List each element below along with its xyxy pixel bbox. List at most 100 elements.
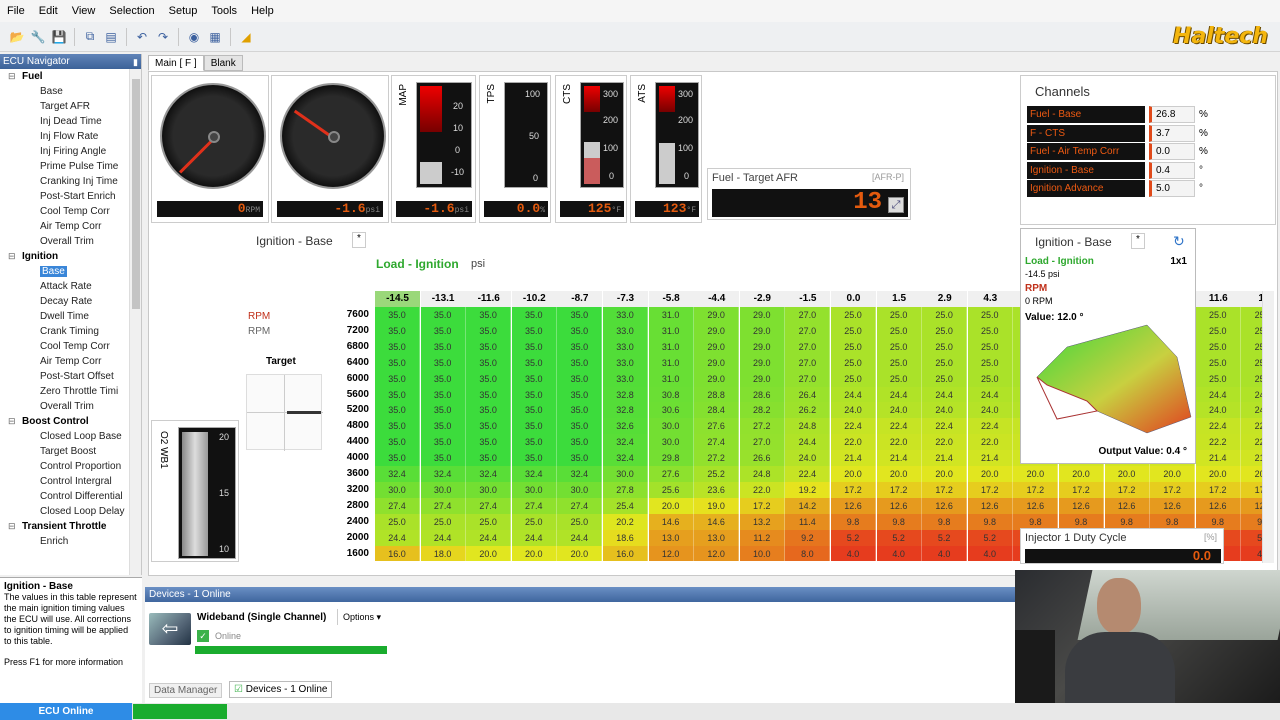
table-cell[interactable]: 25.0 (922, 307, 968, 323)
table-cell[interactable]: 35.0 (420, 450, 466, 467)
table-cell[interactable]: 35.0 (420, 386, 466, 403)
nav-item[interactable]: Prime Pulse Time (0, 159, 141, 174)
table-cell[interactable]: 30.8 (648, 386, 694, 403)
x-axis-header[interactable]: -11.6 (466, 291, 512, 307)
nav-item[interactable]: Overall Trim (0, 234, 141, 249)
table-cell[interactable]: 35.0 (420, 307, 466, 323)
table-cell[interactable]: 17.2 (1104, 481, 1150, 498)
nav-group-ignition[interactable]: Ignition (0, 249, 141, 264)
table-cell[interactable]: 11.4 (785, 513, 831, 530)
nav-item[interactable]: Decay Rate (0, 294, 141, 309)
table-cell[interactable]: 24.4 (922, 386, 968, 403)
table-cell[interactable]: 28.8 (694, 386, 740, 403)
channel-row[interactable]: Ignition - Base 0.4 ° (1027, 161, 1213, 179)
table-cell[interactable]: 27.0 (785, 338, 831, 355)
table-cell[interactable]: 20.0 (1013, 466, 1059, 482)
table-cell[interactable]: 35.0 (557, 402, 603, 419)
table-cell[interactable]: 35.0 (466, 370, 512, 387)
table-cell[interactable]: 28.6 (739, 386, 785, 403)
table-cell[interactable]: 12.0 (694, 545, 740, 562)
table-cell[interactable]: 22.0 (967, 434, 1013, 451)
injector-duty-gauge[interactable]: Injector 1 Duty Cycle [%] 0.0 (1020, 528, 1224, 564)
table-cell[interactable]: 35.0 (375, 386, 420, 403)
table-cell[interactable]: 29.0 (739, 338, 785, 355)
y-axis-header[interactable]: 3200 (325, 481, 373, 498)
table-cell[interactable]: 11.2 (739, 529, 785, 546)
table-cell[interactable]: 24.0 (967, 402, 1013, 419)
y-axis-header[interactable]: 5600 (325, 386, 373, 403)
table-cell[interactable]: 24.4 (967, 386, 1013, 403)
table-cell[interactable]: 32.4 (511, 466, 557, 482)
table-cell[interactable]: 25.6 (648, 481, 694, 498)
channel-row[interactable]: Fuel - Air Temp Corr 0.0% (1027, 143, 1213, 160)
table-cell[interactable]: 4.0 (1241, 545, 1262, 562)
program-icon[interactable]: ▦ (206, 28, 224, 46)
nav-item[interactable]: Enrich (0, 534, 141, 549)
table-cell[interactable]: 29.0 (694, 307, 740, 323)
table-cell[interactable]: 22.0 (922, 434, 968, 451)
table-cell[interactable]: 35.0 (375, 402, 420, 419)
x-axis-header[interactable]: 13 (1241, 291, 1262, 307)
table-cell[interactable]: 27.0 (739, 434, 785, 451)
table-cell[interactable]: 22.4 (1195, 418, 1241, 435)
table-cell[interactable]: 33.0 (603, 354, 648, 371)
nav-item[interactable]: Inj Firing Angle (0, 144, 141, 159)
tps-bar-gauge[interactable]: 100 50 0 TPS 0.0% (479, 75, 551, 223)
table-cell[interactable]: 21.4 (922, 450, 968, 467)
table-cell[interactable]: 30.0 (603, 466, 648, 482)
table-cell[interactable]: 20.0 (967, 466, 1013, 482)
table-cell[interactable]: 31.0 (648, 322, 694, 339)
table-cell[interactable]: 25.0 (1241, 322, 1262, 339)
table-cell[interactable]: 20.2 (603, 513, 648, 530)
menu-setup[interactable]: Setup (162, 0, 205, 22)
navigator-scrollbar[interactable] (129, 69, 141, 575)
table-cell[interactable]: 22.0 (876, 434, 922, 451)
table-cell[interactable]: 35.0 (557, 450, 603, 467)
table-cell[interactable]: 30.6 (648, 402, 694, 419)
table-cell[interactable]: 25.4 (603, 497, 648, 514)
rpm-gauge[interactable]: 0RPM (151, 75, 269, 223)
nav-item[interactable]: Post-Start Enrich (0, 189, 141, 204)
table-cell[interactable]: 27.4 (511, 497, 557, 514)
x-axis-header[interactable]: 4.3 (967, 291, 1013, 307)
table-cell[interactable]: 35.0 (466, 418, 512, 435)
table-cell[interactable]: 24.4 (785, 434, 831, 451)
table-cell[interactable]: 33.0 (603, 307, 648, 323)
table-cell[interactable]: 17.2 (831, 481, 876, 498)
table-cell[interactable]: 25.0 (1241, 354, 1262, 371)
table-cell[interactable]: 18.6 (603, 529, 648, 546)
y-axis-header[interactable]: 6000 (325, 370, 373, 387)
y-axis-header[interactable]: 6400 (325, 354, 373, 371)
table-cell[interactable]: 21.4 (967, 450, 1013, 467)
table-cell[interactable]: 35.0 (466, 434, 512, 451)
nav-item[interactable]: Control Proportion (0, 459, 141, 474)
table-cell[interactable]: 35.0 (420, 370, 466, 387)
table-cell[interactable]: 26.6 (739, 450, 785, 467)
table-cell[interactable]: 29.0 (694, 370, 740, 387)
table-cell[interactable]: 35.0 (466, 402, 512, 419)
table-cell[interactable]: 30.0 (466, 481, 512, 498)
table-cell[interactable]: 12.0 (648, 545, 694, 562)
table-cell[interactable]: 25.0 (511, 513, 557, 530)
table-cell[interactable]: 27.4 (420, 497, 466, 514)
nav-item[interactable]: Control Differential (0, 489, 141, 504)
table-cell[interactable]: 12.6 (1195, 497, 1241, 514)
table-cell[interactable]: 29.0 (739, 354, 785, 371)
table-cell[interactable]: 21.4 (1241, 450, 1262, 467)
table-cell[interactable]: 25.0 (831, 370, 876, 387)
x-axis-header[interactable]: -4.4 (694, 291, 740, 307)
table-cell[interactable]: 5.2 (922, 529, 968, 546)
table-cell[interactable]: 9.8 (967, 513, 1013, 530)
table-cell[interactable]: 32.8 (603, 386, 648, 403)
table-cell[interactable]: 25.0 (967, 338, 1013, 355)
table-cell[interactable]: 22.2 (1241, 434, 1262, 451)
table-cell[interactable]: 35.0 (375, 307, 420, 323)
nav-item[interactable]: Control Intergral (0, 474, 141, 489)
table-cell[interactable]: 25.0 (967, 322, 1013, 339)
table-cell[interactable]: 16.0 (603, 545, 648, 562)
table-cell[interactable]: 35.0 (511, 418, 557, 435)
nav-item[interactable]: Cool Temp Corr (0, 339, 141, 354)
save-icon[interactable]: 💾 (50, 28, 68, 46)
table-cell[interactable]: 25.0 (831, 338, 876, 355)
table-cell[interactable]: 24.4 (1195, 386, 1241, 403)
